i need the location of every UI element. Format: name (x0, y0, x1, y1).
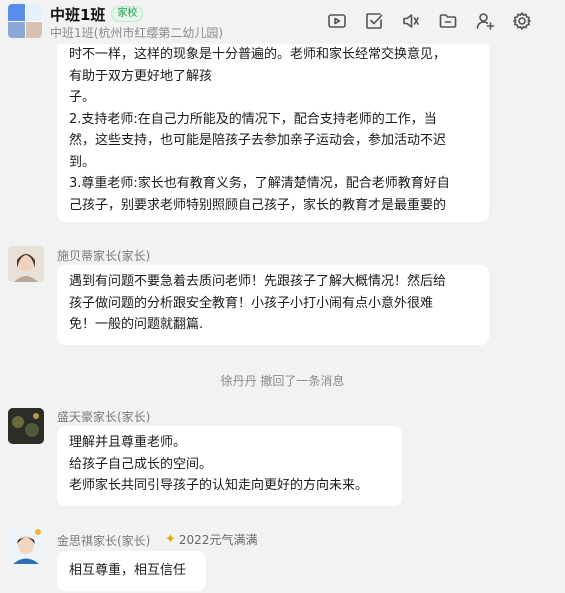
checkbox-icon[interactable] (363, 10, 385, 32)
chat-header: 中班1班 家校 中班1班(杭州市红缨第二幼儿园) (0, 0, 565, 44)
message-bubble[interactable]: 相互尊重，相互信任 (57, 551, 206, 591)
speaker-icon[interactable] (400, 10, 422, 32)
message-line: 遇到有问题不要急着去质问老师！先跟孩子了解大概情况！然后给 (69, 274, 447, 289)
member-tag-text: 2022元气满满 (178, 533, 258, 547)
video-icon[interactable] (326, 10, 348, 32)
message-bubble[interactable]: 遇到有问题不要急着去质问老师！先跟孩子了解大概情况！然后给 孩子做问题的分析跟安… (57, 265, 489, 345)
avatar[interactable] (8, 246, 44, 282)
home-school-badge: 家校 (111, 6, 144, 22)
sender-name[interactable]: 施贝蒂家长(家长) (57, 247, 150, 264)
message-line: 子。 (69, 90, 96, 105)
folder-icon[interactable] (437, 10, 459, 32)
message-line: 孩子做问题的分析跟安全教育！小孩子小打小闹有点小意外很难 (69, 295, 434, 311)
message-line: 有助于双方更好地了解孩 (69, 68, 213, 84)
sender-name[interactable]: 金思祺家长(家长) (57, 532, 150, 549)
member-tag: ✦ 2022元气满满 (165, 531, 257, 548)
settings-icon[interactable] (511, 10, 533, 32)
group-avatar[interactable] (8, 4, 42, 38)
message-line: 给孩子自己成长的空间。 (69, 456, 213, 472)
message-line: 时不一样，这样的现象是十分普遍的。老师和家长经常交换意见， (69, 47, 447, 62)
message-line: 老师家长共同引导孩子的认知走向更好的方向未来。 (69, 478, 369, 493)
message-line: 2.支持老师:在自己力所能及的情况下，配合支持老师的工作，当 (69, 111, 437, 127)
message-line: 己孩子，别要求老师特别照顾自己孩子，家长的教育才是最重要的 (69, 197, 447, 213)
sparkle-icon: ✦ (165, 532, 176, 547)
message-line: 免！一般的问题就翻篇. (69, 317, 204, 332)
chat-title[interactable]: 中班1班 (50, 4, 105, 25)
sender-name[interactable]: 盛天豪家长(家长) (57, 408, 150, 425)
message-line: 到。 (69, 154, 96, 170)
message-line: 相互尊重，相互信任 (69, 563, 187, 578)
recall-notice: 徐丹丹 撤回了一条消息 (220, 374, 345, 388)
add-member-icon[interactable] (474, 10, 496, 32)
avatar[interactable] (8, 408, 44, 444)
message-line: 3.尊重老师:家长也有教育义务，了解清楚情况，配合老师教育好自 (69, 176, 450, 191)
chat-subtitle: 中班1班(杭州市红缨第二幼儿园) (50, 26, 223, 40)
message-bubble[interactable]: 理解并且尊重老师。 给孩子自己成长的空间。 老师家长共同引导孩子的认知走向更好的… (57, 426, 402, 506)
message-bubble[interactable]: 时不一样，这样的现象是十分普遍的。老师和家长经常交换意见， 有助于双方更好地了解… (57, 34, 489, 222)
header-toolbar (326, 10, 533, 32)
avatar[interactable] (8, 528, 44, 564)
message-line: 然，这些支持，也可能是陪孩子去参加亲子运动会，参加活动不迟 (69, 133, 447, 148)
message-line: 理解并且尊重老师。 (69, 435, 187, 450)
